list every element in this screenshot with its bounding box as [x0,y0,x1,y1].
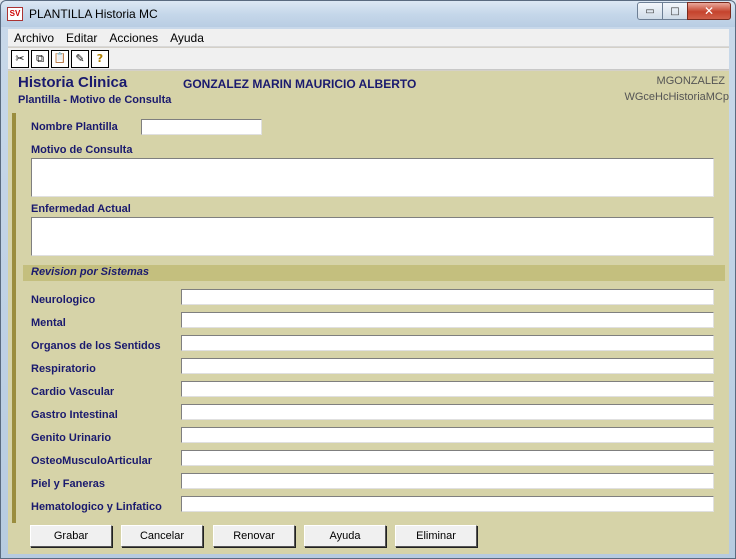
window-title: PLANTILLA Historia MC [29,7,158,21]
maximize-button[interactable]: □ [662,2,688,20]
nombre-plantilla-field[interactable] [141,119,262,135]
accent-bar [12,113,16,523]
neurologico-field[interactable] [181,289,714,305]
motivo-textarea[interactable] [31,158,714,197]
toolbar: ✂ ⧉ 📋 ✎ ? [8,48,729,70]
patient-name: GONZALEZ MARIN MAURICIO ALBERTO [183,77,417,91]
mental-label: Mental [31,317,66,329]
menu-acciones[interactable]: Acciones [103,31,164,45]
genito-urinario-field[interactable] [181,427,714,443]
piel-faneras-field[interactable] [181,473,714,489]
osteomusculoarticular-label: OsteoMusculoArticular [31,455,153,467]
motivo-label: Motivo de Consulta [31,144,133,156]
app-logo-icon: SV [7,7,23,21]
section-header: Revision por Sistemas [23,265,725,281]
piel-faneras-label: Piel y Faneras [31,478,105,490]
enfermedad-textarea[interactable] [31,217,714,256]
menu-bar: Archivo Editar Acciones Ayuda [8,29,729,47]
nombre-plantilla-input[interactable] [142,120,261,134]
genito-urinario-label: Genito Urinario [31,432,112,444]
hematologico-linfatico-field[interactable] [181,496,714,512]
renovar-button[interactable]: Renovar [213,525,295,547]
window-controls: ▭ □ ✕ [637,2,731,20]
mental-field[interactable] [181,312,714,328]
page-title: Historia Clinica [18,74,128,91]
close-button[interactable]: ✕ [687,2,731,20]
hematologico-linfatico-label: Hematologico y Linfatico [31,501,162,513]
eliminar-button[interactable]: Eliminar [395,525,477,547]
menu-ayuda[interactable]: Ayuda [164,31,210,45]
neurologico-label: Neurologico [31,294,96,306]
menu-editar[interactable]: Editar [60,31,103,45]
app-window: SV PLANTILLA Historia MC ▭ □ ✕ Archivo E… [0,0,736,559]
page-subtitle: Plantilla - Motivo de Consulta [18,94,172,106]
gastro-intestinal-label: Gastro Intestinal [31,409,118,421]
respiratorio-label: Respiratorio [31,363,96,375]
section-title: Revision por Sistemas [31,266,149,278]
copy-icon[interactable]: ⧉ [31,49,49,68]
organos-sentidos-label: Organos de los Sentidos [31,340,161,352]
grabar-button[interactable]: Grabar [30,525,112,547]
form-panel: Historia Clinica Plantilla - Motivo de C… [8,71,729,554]
menu-archivo[interactable]: Archivo [8,31,60,45]
window-id: WGceHcHistoriaMCp [624,91,729,103]
nombre-plantilla-label: Nombre Plantilla [31,121,118,133]
minimize-button[interactable]: ▭ [637,2,663,20]
gastro-intestinal-field[interactable] [181,404,714,420]
organos-sentidos-field[interactable] [181,335,714,351]
user-name: MGONZALEZ [656,75,725,87]
client-area: Archivo Editar Acciones Ayuda ✂ ⧉ 📋 ✎ ? … [8,29,729,554]
help-icon[interactable]: ? [91,49,109,68]
cut-icon[interactable]: ✂ [11,49,29,68]
osteomusculoarticular-field[interactable] [181,450,714,466]
cardio-vascular-field[interactable] [181,381,714,397]
title-bar[interactable]: SV PLANTILLA Historia MC ▭ □ ✕ [1,1,735,27]
cardio-vascular-label: Cardio Vascular [31,386,115,398]
ayuda-button[interactable]: Ayuda [304,525,386,547]
respiratorio-field[interactable] [181,358,714,374]
enfermedad-label: Enfermedad Actual [31,203,131,215]
cancelar-button[interactable]: Cancelar [121,525,203,547]
brush-icon[interactable]: ✎ [71,49,89,68]
paste-icon[interactable]: 📋 [51,49,69,68]
